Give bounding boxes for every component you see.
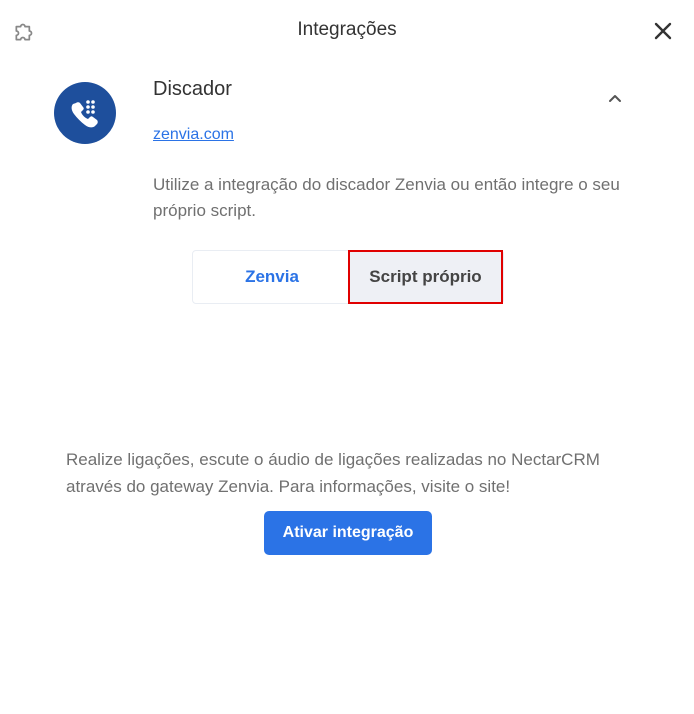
option-script-proprio[interactable]: Script próprio	[348, 250, 503, 304]
integration-info: Realize ligações, escute o áudio de liga…	[66, 450, 600, 496]
chevron-up-icon[interactable]	[603, 88, 627, 108]
modal-header: Integrações	[0, 0, 694, 60]
integration-link[interactable]: zenvia.com	[153, 126, 234, 144]
integration-description: Utilize a integração do discador Zenvia …	[153, 175, 620, 220]
phone-dialpad-icon	[71, 100, 98, 128]
activate-integration-button[interactable]: Ativar integração	[264, 511, 432, 555]
dialer-logo	[54, 82, 116, 144]
integration-name: Discador	[153, 78, 232, 100]
option-zenvia[interactable]: Zenvia	[197, 251, 347, 303]
page-title: Integrações	[297, 19, 397, 40]
close-icon[interactable]	[651, 19, 675, 43]
integration-type-toggle: Zenvia Script próprio	[192, 250, 504, 304]
